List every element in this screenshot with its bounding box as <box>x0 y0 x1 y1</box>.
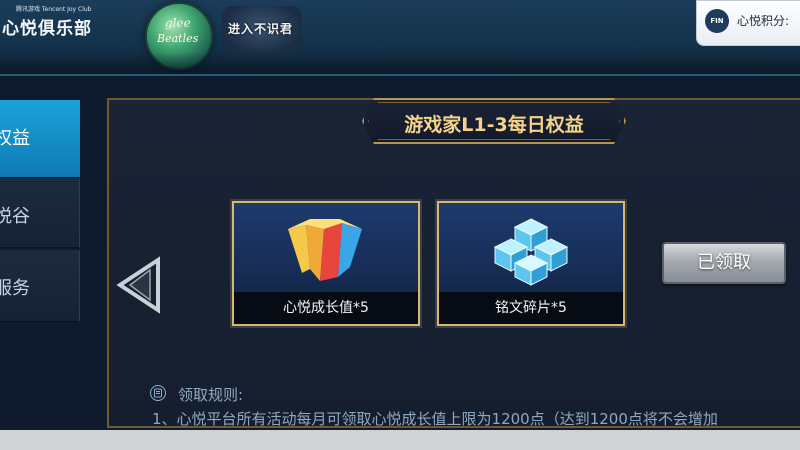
sidebar-item-label: 权益 <box>0 128 30 149</box>
points-panel[interactable]: FIN 心悦积分: <box>696 0 800 46</box>
badge-glee-line1: glee <box>165 16 191 30</box>
claimed-button[interactable]: 已领取 <box>662 242 786 284</box>
logo-title: 心悦俱乐部 <box>2 19 92 39</box>
reward-card-growth: 心悦成长值*5 <box>232 201 420 326</box>
bottom-bar <box>0 430 800 450</box>
sidebar-item-valley[interactable]: 悦谷 <box>0 178 80 248</box>
glee-badge-icon[interactable]: glee Beatles <box>145 2 213 70</box>
rules-text: 1、心悦平台所有活动每月可领取心悦成长值上限为1200点（达到1200点将不会增… <box>152 410 718 428</box>
reward-label: 铭文碎片*5 <box>439 292 623 324</box>
sidebar-item-benefits[interactable]: 权益 <box>0 100 80 178</box>
rules-doc-icon <box>150 385 166 401</box>
game-badge-text: 进入不识君 <box>228 22 294 36</box>
fin-icon: FIN <box>705 9 729 33</box>
prev-arrow-icon[interactable] <box>116 256 162 314</box>
rules-title: 领取规则: <box>178 386 244 404</box>
logo-subtitle: 腾讯游戏 Tencent Joy Club <box>16 6 92 13</box>
badge-glee-line2: Beatles <box>157 32 199 45</box>
points-label: 心悦积分: <box>737 14 790 28</box>
page-title: 游戏家L1-3每日权益 <box>404 114 584 136</box>
game-badge-icon[interactable]: 进入不识君 <box>222 6 302 54</box>
sidebar-item-label: 悦谷 <box>0 206 30 227</box>
top-banner: 腾讯游戏 Tencent Joy Club 心悦俱乐部 glee Beatles… <box>0 0 800 76</box>
sidebar-item-service[interactable]: 服务 <box>0 250 80 322</box>
sidebar-item-label: 服务 <box>0 278 30 299</box>
club-logo: 腾讯游戏 Tencent Joy Club 心悦俱乐部 <box>0 2 110 39</box>
inscription-cubes-icon <box>493 218 569 286</box>
reward-card-inscription: 铭文碎片*5 <box>437 201 625 326</box>
growth-gem-icon <box>288 219 362 281</box>
reward-label: 心悦成长值*5 <box>234 292 418 324</box>
